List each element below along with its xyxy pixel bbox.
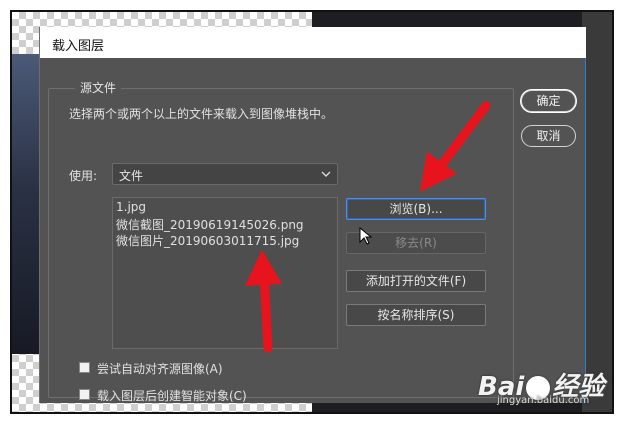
screenshot-frame: 载入图层 源文件 选择两个或两个以上的文件来载入到图像堆栈中。 使用: 文件 1… xyxy=(10,10,614,414)
file-list-item[interactable]: 微信截图_20190619145026.png xyxy=(116,216,304,233)
source-files-legend: 源文件 xyxy=(75,79,122,96)
use-select-value: 文件 xyxy=(119,169,144,183)
file-list-item[interactable]: 微信图片_20190603011715.jpg xyxy=(116,232,299,249)
smart-object-label: 载入图层后创建智能对象(C) xyxy=(97,389,247,403)
watermark-url: jingyan.baidu.com xyxy=(497,395,590,406)
dialog-titlebar[interactable]: 载入图层 xyxy=(40,27,586,58)
file-list[interactable]: 1.jpg 微信截图_20190619145026.png 微信图片_20190… xyxy=(112,197,338,349)
auto-align-label: 尝试自动对齐源图像(A) xyxy=(97,362,223,376)
mouse-cursor-icon xyxy=(359,227,373,245)
add-open-files-button[interactable]: 添加打开的文件(F) xyxy=(346,270,486,292)
ok-button[interactable]: 确定 xyxy=(521,90,576,112)
sort-by-name-button[interactable]: 按名称排序(S) xyxy=(346,304,486,326)
instruction-text: 选择两个或两个以上的文件来载入到图像堆栈中。 xyxy=(69,107,334,121)
dialog-title: 载入图层 xyxy=(52,39,105,54)
use-select[interactable]: 文件 xyxy=(112,163,338,185)
browse-button[interactable]: 浏览(B)... xyxy=(346,198,486,220)
cancel-button[interactable]: 取消 xyxy=(521,125,576,147)
smart-object-checkbox[interactable] xyxy=(79,389,90,400)
load-layers-dialog: 载入图层 源文件 选择两个或两个以上的文件来载入到图像堆栈中。 使用: 文件 1… xyxy=(39,27,586,403)
workspace-background xyxy=(582,12,612,412)
chevron-down-icon xyxy=(321,171,331,177)
use-label: 使用: xyxy=(69,169,98,183)
auto-align-checkbox[interactable] xyxy=(79,362,90,373)
file-list-item[interactable]: 1.jpg xyxy=(116,200,146,214)
